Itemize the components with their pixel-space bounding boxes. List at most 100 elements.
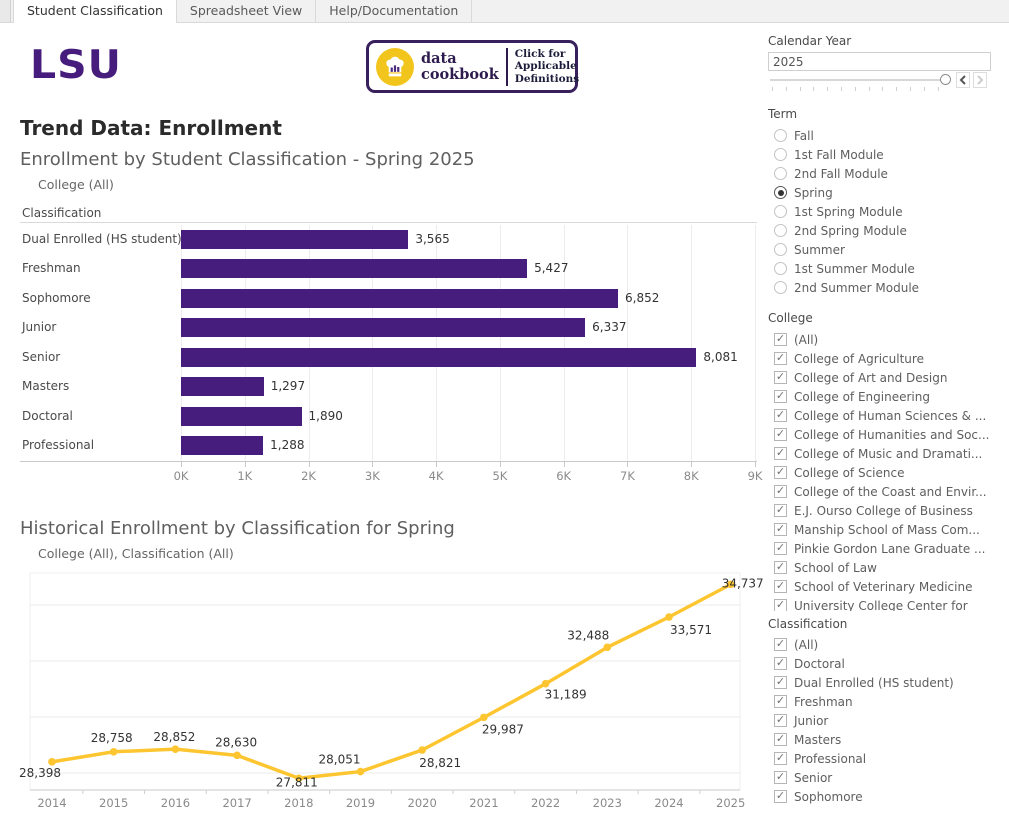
slider-tick bbox=[800, 87, 801, 91]
slider-tick bbox=[855, 87, 856, 91]
college-option[interactable]: School of Law bbox=[770, 558, 1009, 577]
year-axis-label: 2022 bbox=[531, 796, 560, 810]
term-option[interactable]: 1st Fall Module bbox=[770, 145, 1009, 164]
tab-spreadsheet-view[interactable]: Spreadsheet View bbox=[177, 0, 316, 22]
bar-segment[interactable] bbox=[181, 318, 585, 337]
filter-option-label: E.J. Ourso College of Business bbox=[794, 504, 973, 518]
term-option[interactable]: 2nd Spring Module bbox=[770, 221, 1009, 240]
class-option[interactable]: Doctoral bbox=[770, 654, 1009, 673]
filter-option-label: Summer bbox=[794, 243, 845, 257]
line-value-label: 28,852 bbox=[153, 730, 195, 744]
slider-tick bbox=[924, 87, 925, 91]
class-option[interactable]: Dual Enrolled (HS student) bbox=[770, 673, 1009, 692]
line-point[interactable] bbox=[110, 748, 118, 756]
line-point[interactable] bbox=[665, 613, 673, 621]
tab-student-classification[interactable]: Student Classification bbox=[13, 0, 177, 23]
bar-value-label: 3,565 bbox=[415, 232, 449, 246]
bar-segment[interactable] bbox=[181, 259, 527, 278]
term-option[interactable]: 2nd Fall Module bbox=[770, 164, 1009, 183]
bar-segment[interactable] bbox=[181, 230, 408, 249]
line-value-label: 31,189 bbox=[545, 688, 587, 702]
tab-strip-nub bbox=[0, 0, 11, 22]
college-option[interactable]: University College Center for bbox=[770, 596, 1009, 611]
class-option[interactable]: Professional bbox=[770, 749, 1009, 768]
checkbox-checked-icon bbox=[774, 733, 787, 746]
filter-option-label: Sophomore bbox=[794, 790, 863, 804]
college-option[interactable]: College of Art and Design bbox=[770, 368, 1009, 387]
bar-value-label: 8,081 bbox=[703, 350, 737, 364]
checkbox-checked-icon bbox=[774, 504, 787, 517]
line-value-label: 28,398 bbox=[19, 766, 61, 780]
line-point[interactable] bbox=[480, 714, 488, 722]
bar-axis-tick-label: 5K bbox=[483, 469, 517, 483]
checkbox-checked-icon bbox=[774, 390, 787, 403]
bar-axis-tick bbox=[691, 462, 692, 467]
year-next-button[interactable] bbox=[973, 72, 987, 88]
line-point[interactable] bbox=[418, 746, 426, 754]
bar-row-label: Freshman bbox=[22, 261, 81, 275]
year-slider-handle[interactable] bbox=[940, 74, 951, 85]
filter-option-label: Fall bbox=[794, 129, 814, 143]
filter-option-label: College of Agriculture bbox=[794, 352, 924, 366]
bar-segment[interactable] bbox=[181, 289, 618, 308]
year-axis-label: 2018 bbox=[284, 796, 313, 810]
class-option[interactable]: Sophomore bbox=[770, 787, 1009, 806]
line-value-label: 28,630 bbox=[215, 735, 257, 749]
bar-segment[interactable] bbox=[181, 407, 302, 426]
bar-segment[interactable] bbox=[181, 436, 263, 455]
data-cookbook-link[interactable]: data cookbook Click for Applicable Defin… bbox=[366, 40, 578, 93]
term-option[interactable]: Spring bbox=[770, 183, 1009, 202]
college-option[interactable]: Manship School of Mass Com... bbox=[770, 520, 1009, 539]
college-option[interactable]: E.J. Ourso College of Business bbox=[770, 501, 1009, 520]
line-point[interactable] bbox=[604, 644, 612, 652]
line-value-label: 28,051 bbox=[319, 753, 361, 767]
term-option[interactable]: Fall bbox=[770, 126, 1009, 145]
college-option[interactable]: (All) bbox=[770, 330, 1009, 349]
college-option[interactable]: College of the Coast and Envir... bbox=[770, 482, 1009, 501]
line-point[interactable] bbox=[357, 768, 365, 776]
cookbook-caption: Click for Applicable Definitions bbox=[515, 48, 579, 86]
college-option[interactable]: College of Human Sciences & ... bbox=[770, 406, 1009, 425]
class-option[interactable]: Junior bbox=[770, 711, 1009, 730]
calendar-year-input[interactable] bbox=[768, 52, 991, 71]
bar-axis-tick bbox=[564, 462, 565, 467]
filter-option-label: College of Music and Dramati... bbox=[794, 447, 982, 461]
term-option[interactable]: 1st Summer Module bbox=[770, 259, 1009, 278]
bar-axis-tick bbox=[755, 462, 756, 467]
tab-help-documentation[interactable]: Help/Documentation bbox=[316, 0, 472, 22]
bar-segment[interactable] bbox=[181, 348, 696, 367]
college-option[interactable]: School of Veterinary Medicine bbox=[770, 577, 1009, 596]
class-option[interactable]: Freshman bbox=[770, 692, 1009, 711]
year-axis-label: 2014 bbox=[37, 796, 66, 810]
term-option[interactable]: 2nd Summer Module bbox=[770, 278, 1009, 297]
sheet-tab-bar: Student Classification Spreadsheet View … bbox=[0, 0, 1009, 23]
line-point[interactable] bbox=[172, 745, 180, 753]
badge-divider bbox=[506, 48, 508, 86]
filter-option-label: Spring bbox=[794, 186, 833, 200]
college-option[interactable]: College of Science bbox=[770, 463, 1009, 482]
bar-segment[interactable] bbox=[181, 377, 264, 396]
college-option[interactable]: College of Humanities and Soc... bbox=[770, 425, 1009, 444]
year-prev-button[interactable] bbox=[956, 72, 970, 88]
line-point[interactable] bbox=[48, 758, 56, 766]
filter-option-label: Pinkie Gordon Lane Graduate ... bbox=[794, 542, 985, 556]
line-point[interactable] bbox=[233, 752, 241, 760]
checkbox-checked-icon bbox=[774, 580, 787, 593]
term-filter-label: Term bbox=[768, 107, 797, 121]
filter-option-label: 2nd Summer Module bbox=[794, 281, 919, 295]
term-option[interactable]: Summer bbox=[770, 240, 1009, 259]
radio-icon bbox=[774, 167, 787, 180]
class-option[interactable]: (All) bbox=[770, 635, 1009, 654]
college-option[interactable]: College of Engineering bbox=[770, 387, 1009, 406]
college-option[interactable]: College of Music and Dramati... bbox=[770, 444, 1009, 463]
class-option[interactable]: Masters bbox=[770, 730, 1009, 749]
term-option[interactable]: 1st Spring Module bbox=[770, 202, 1009, 221]
checkbox-checked-icon bbox=[774, 371, 787, 384]
college-option[interactable]: Pinkie Gordon Lane Graduate ... bbox=[770, 539, 1009, 558]
year-slider-track[interactable] bbox=[770, 79, 946, 81]
filter-option-label: Freshman bbox=[794, 695, 853, 709]
slider-tick bbox=[786, 87, 787, 91]
college-option[interactable]: College of Agriculture bbox=[770, 349, 1009, 368]
class-option[interactable]: Senior bbox=[770, 768, 1009, 787]
line-point[interactable] bbox=[542, 680, 550, 688]
